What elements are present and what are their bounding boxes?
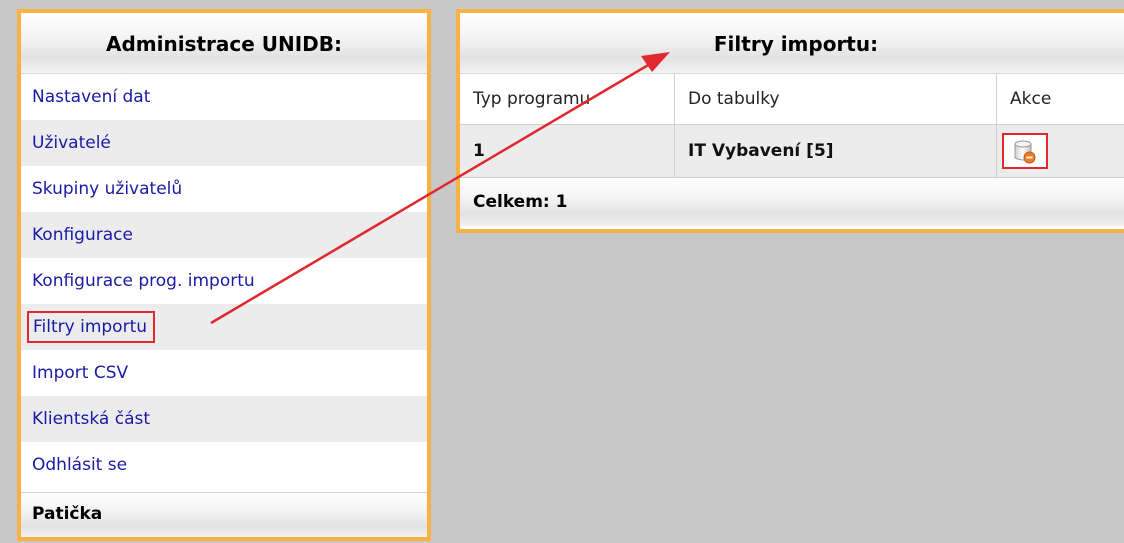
cell-akce bbox=[996, 124, 1124, 178]
page-title: Filtry importu: bbox=[460, 13, 1124, 74]
delete-filter-button[interactable] bbox=[1002, 133, 1048, 169]
column-header-do-tabulky: Do tabulky bbox=[674, 74, 997, 125]
sidebar-footer: Patička bbox=[21, 492, 427, 537]
total-count: Celkem: 1 bbox=[460, 178, 1124, 226]
sidebar-item-klientska-cast[interactable]: Klientská část bbox=[21, 396, 427, 442]
sidebar-item-filtry-importu-label[interactable]: Filtry importu bbox=[27, 311, 156, 343]
sidebar-title: Administrace UNIDB: bbox=[21, 13, 427, 74]
sidebar-item-filtry-importu[interactable]: Filtry importu bbox=[21, 304, 427, 350]
sidebar-menu: Nastavení dat Uživatelé Skupiny uživatel… bbox=[21, 74, 427, 488]
import-filters-panel: Filtry importu: Typ programu Do tabulky … bbox=[456, 9, 1124, 233]
cell-typ-programu: 1 bbox=[460, 124, 675, 178]
sidebar-item-odhlasit-se[interactable]: Odhlásit se bbox=[21, 442, 427, 488]
sidebar-item-skupiny-uzivatelu[interactable]: Skupiny uživatelů bbox=[21, 166, 427, 212]
sidebar-item-import-csv[interactable]: Import CSV bbox=[21, 350, 427, 396]
column-header-typ-programu: Typ programu bbox=[460, 74, 675, 125]
sidebar-item-nastaveni-dat[interactable]: Nastavení dat bbox=[21, 74, 427, 120]
filters-table: Typ programu Do tabulky Akce 1 IT Vybave… bbox=[460, 74, 1124, 178]
column-header-akce: Akce bbox=[996, 74, 1124, 125]
delete-database-icon bbox=[1014, 140, 1036, 164]
sidebar-item-konfigurace[interactable]: Konfigurace bbox=[21, 212, 427, 258]
table-header-row: Typ programu Do tabulky Akce bbox=[460, 74, 1124, 125]
cell-do-tabulky: IT Vybavení [5] bbox=[674, 124, 997, 178]
sidebar-item-konfigurace-prog-importu[interactable]: Konfigurace prog. importu bbox=[21, 258, 427, 304]
admin-sidebar: Administrace UNIDB: Nastavení dat Uživat… bbox=[17, 9, 431, 541]
sidebar-item-uzivatele[interactable]: Uživatelé bbox=[21, 120, 427, 166]
table-row: 1 IT Vybavení [5] bbox=[460, 124, 1124, 178]
